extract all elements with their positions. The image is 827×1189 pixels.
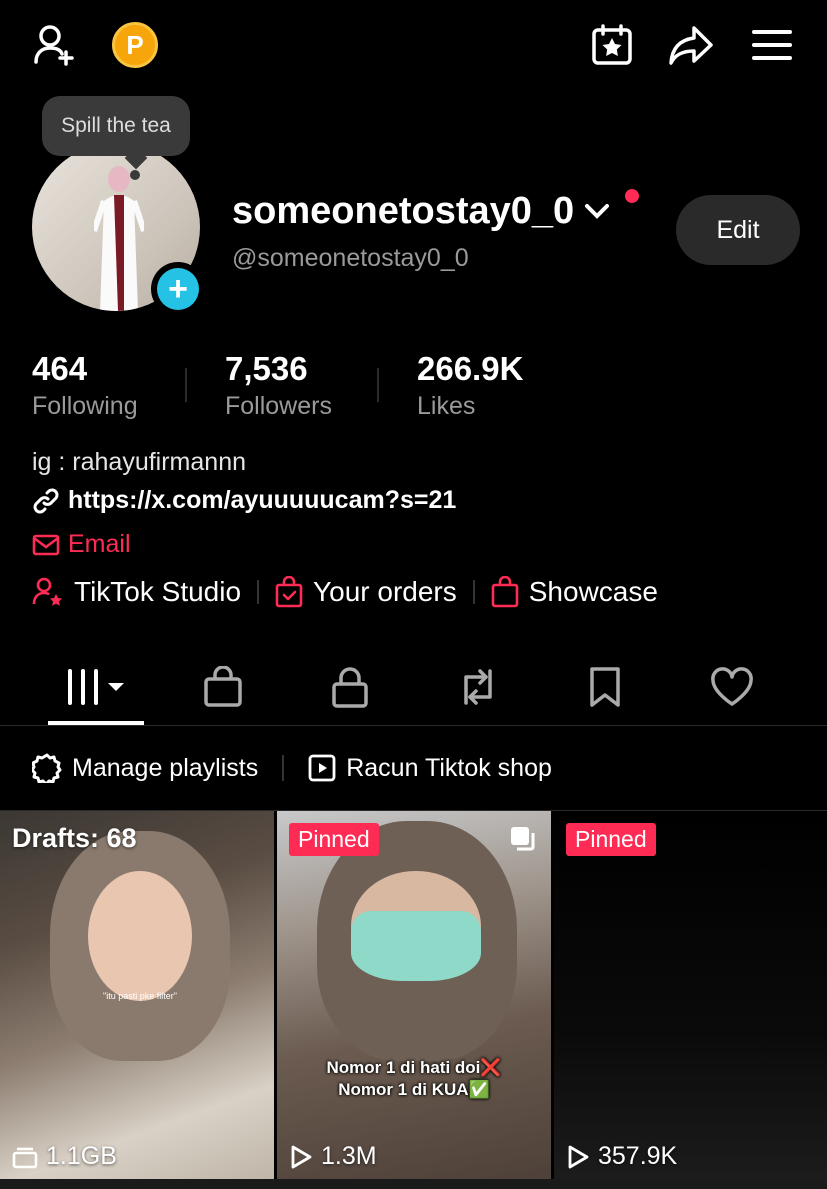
heart-icon <box>711 667 753 706</box>
bio-link[interactable]: https://x.com/ayuuuuucam?s=21 <box>32 486 456 515</box>
videos-grid-icon <box>68 669 124 705</box>
share-icon[interactable] <box>666 20 716 70</box>
divider <box>282 755 285 781</box>
video-tile[interactable]: Pinned 357.9K <box>554 811 827 1179</box>
tooltip-text: Spill the tea <box>61 114 171 137</box>
display-name: someonetostay0_0 <box>232 190 575 232</box>
video-meta: 1.3M <box>289 1142 377 1171</box>
divider <box>377 368 379 402</box>
lock-icon <box>332 667 368 708</box>
divider <box>257 580 260 604</box>
video-meta: 357.9K <box>566 1142 677 1171</box>
video-grid: "itu pasti pke filter" Drafts: 68 1.1GB … <box>0 811 827 1189</box>
username[interactable]: someonetostay0_0 <box>232 190 610 233</box>
divider <box>472 580 475 604</box>
tab-favorites[interactable] <box>575 662 635 712</box>
playlist-label: Racun Tiktok shop <box>346 753 552 782</box>
play-square-icon <box>308 754 336 782</box>
drafts-stack-icon <box>12 1147 38 1168</box>
tab-liked[interactable] <box>702 662 762 712</box>
stat-label: Following <box>32 392 138 420</box>
stat-value: 7,536 <box>225 350 308 387</box>
play-icon <box>568 1145 589 1168</box>
link-text: https://x.com/ayuuuuucam?s=21 <box>68 486 457 514</box>
stat-likes[interactable]: 266.9K Likes <box>417 350 523 421</box>
stat-value: 464 <box>32 350 88 387</box>
thumbnail-art <box>88 871 192 1001</box>
showcase-button[interactable]: Showcase <box>491 576 658 608</box>
email-button[interactable]: Email <box>32 530 131 559</box>
video-tile[interactable]: Pinned Nomor 1 di hati doi❌ Nomor 1 di K… <box>277 811 551 1179</box>
stat-followers[interactable]: 7,536 Followers <box>225 350 332 421</box>
tooltip-dot <box>130 170 140 180</box>
status-tooltip[interactable]: Spill the tea <box>42 96 190 156</box>
video-caption: Nomor 1 di hati doi❌ Nomor 1 di KUA✅ <box>297 1057 531 1101</box>
link-icon <box>33 488 59 513</box>
bookmark-icon <box>590 667 620 707</box>
stat-label: Followers <box>225 392 332 420</box>
bag-check-icon <box>275 576 303 608</box>
playlists-row: Manage playlists Racun Tiktok shop <box>0 726 827 811</box>
drafts-size: 1.1GB <box>46 1142 117 1170</box>
profile-tabs <box>0 650 827 726</box>
add-story-button[interactable]: + <box>151 262 205 316</box>
stat-following[interactable]: 464 Following <box>32 350 138 421</box>
caption-line: Nomor 1 di hati doi❌ <box>326 1058 502 1077</box>
thumbnail-art <box>351 911 481 981</box>
tiktok-studio-button[interactable]: TikTok Studio <box>32 576 241 608</box>
mail-icon <box>32 534 60 555</box>
bag-icon <box>491 576 519 608</box>
email-label: Email <box>68 530 131 558</box>
calendar-star-icon[interactable] <box>587 20 637 70</box>
playlist-label: Manage playlists <box>72 753 259 782</box>
tool-label: TikTok Studio <box>74 576 242 607</box>
tools-row: TikTok Studio Your orders Showcase <box>32 576 658 608</box>
drafts-label: Drafts: 68 <box>12 823 137 853</box>
stat-label: Likes <box>417 392 476 420</box>
video-caption: "itu pasti pke filter" <box>103 991 177 1001</box>
video-tile-drafts[interactable]: "itu pasti pke filter" Drafts: 68 1.1GB <box>0 811 274 1179</box>
gear-icon <box>32 753 62 783</box>
tab-private[interactable] <box>320 662 380 712</box>
tool-label: Your orders <box>313 576 457 607</box>
tab-reposts[interactable] <box>448 662 508 712</box>
carousel-icon <box>511 827 535 851</box>
top-bar: P <box>0 0 827 90</box>
divider <box>185 368 187 402</box>
add-friend-icon[interactable] <box>30 20 80 70</box>
play-icon <box>291 1145 312 1168</box>
tool-label: Showcase <box>528 576 658 607</box>
person-star-icon <box>32 577 62 606</box>
tab-videos[interactable] <box>64 662 130 712</box>
active-tab-indicator <box>48 721 144 725</box>
pinned-badge: Pinned <box>566 823 656 856</box>
video-meta: 1.1GB <box>12 1142 117 1171</box>
manage-playlists-button[interactable]: Manage playlists <box>32 753 258 783</box>
view-count: 357.9K <box>598 1142 678 1170</box>
tab-shop[interactable] <box>193 662 253 712</box>
chevron-down-icon <box>585 203 610 219</box>
plus-icon: + <box>157 268 199 310</box>
view-count: 1.3M <box>321 1142 377 1170</box>
shop-bag-icon <box>204 666 242 707</box>
edit-button[interactable]: Edit <box>676 195 800 265</box>
handle: @someonetostay0_0 <box>232 244 469 272</box>
next-row-preview <box>0 1179 827 1189</box>
bio: ig : rahayufirmannn <box>32 448 247 476</box>
repost-icon <box>464 669 492 705</box>
your-orders-button[interactable]: Your orders <box>275 576 457 608</box>
pinned-badge: Pinned <box>289 823 379 856</box>
caption-line: Nomor 1 di KUA✅ <box>338 1080 490 1099</box>
coin-icon[interactable]: P <box>110 20 160 70</box>
stat-value: 266.9K <box>417 350 524 387</box>
playlist-racun-button[interactable]: Racun Tiktok shop <box>308 754 552 783</box>
notification-dot <box>625 189 639 203</box>
menu-icon[interactable] <box>747 20 797 70</box>
